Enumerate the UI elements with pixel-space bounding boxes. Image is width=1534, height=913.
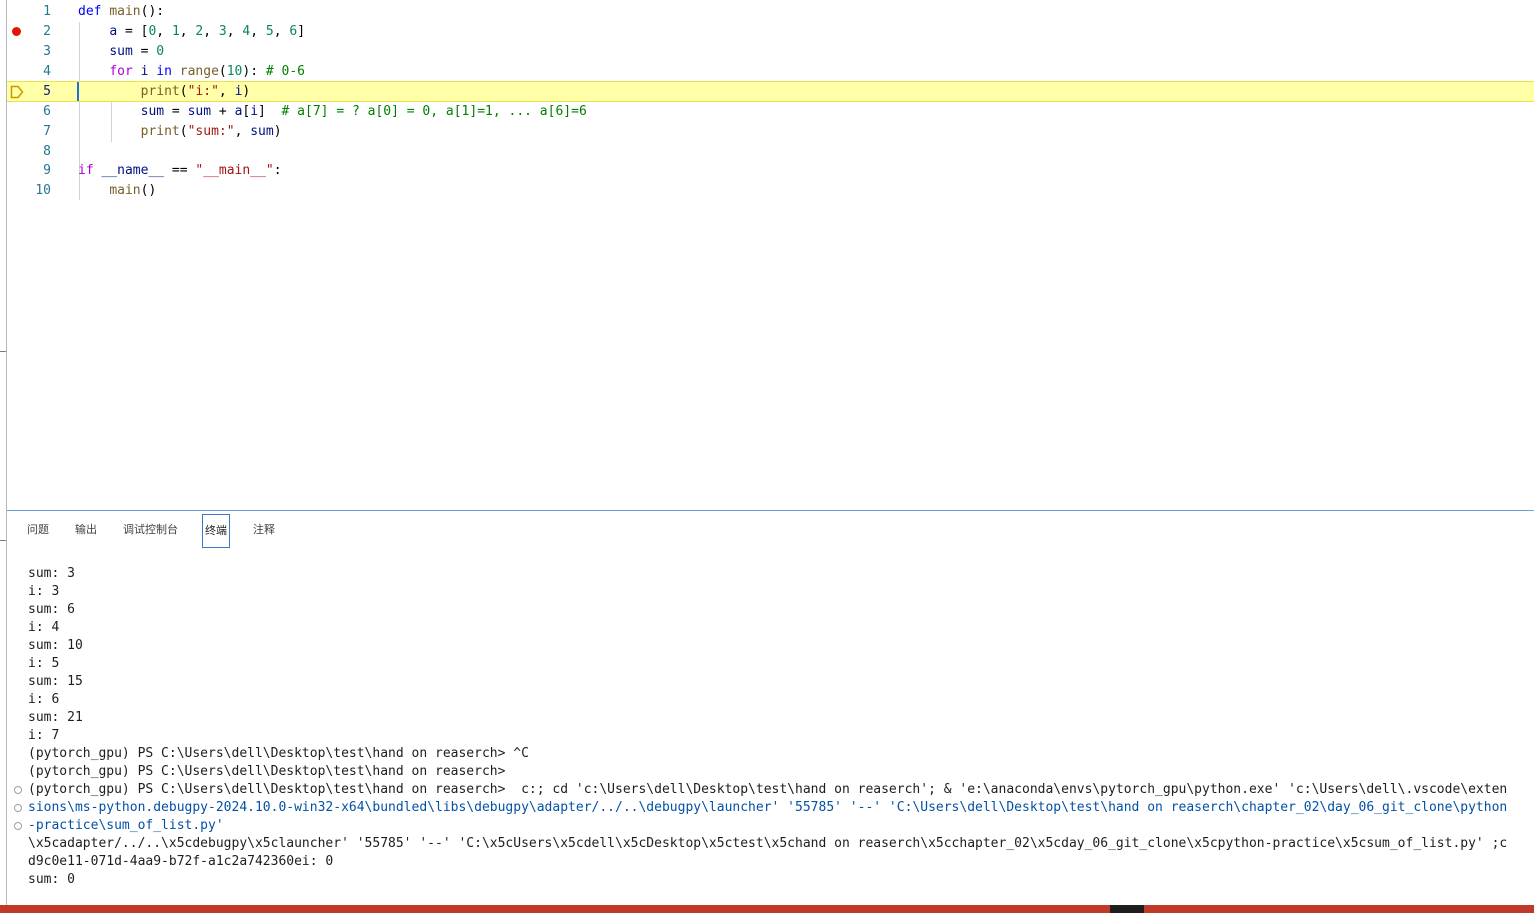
breakpoint-gutter[interactable] (7, 142, 27, 162)
code-line[interactable]: 10 main() (7, 181, 1534, 201)
sash-marker (0, 351, 6, 352)
code-text[interactable]: sum = 0 (78, 43, 164, 61)
status-bar-item[interactable] (1110, 905, 1144, 913)
tab-terminal[interactable]: 终端 (202, 514, 230, 548)
line-number: 1 (43, 4, 51, 19)
code-line[interactable]: 1 def main(): (7, 2, 1534, 22)
line-number: 10 (35, 183, 51, 198)
command-decoration-icon[interactable] (14, 804, 22, 812)
code-text[interactable]: a = [0, 1, 2, 3, 4, 5, 6] (78, 23, 305, 41)
breakpoint-gutter[interactable] (7, 102, 27, 122)
line-number: 2 (43, 24, 51, 39)
code-text[interactable]: if __name__ == "__main__": (78, 162, 282, 180)
breakpoint-gutter[interactable] (7, 62, 27, 82)
code-line[interactable]: 7 print("sum:", sum) (7, 122, 1534, 142)
terminal-line: i: 5 (28, 656, 60, 671)
breakpoint-gutter[interactable] (7, 181, 27, 201)
terminal-line: sum: 10 (28, 638, 83, 653)
terminal-prompt-line: (pytorch_gpu) PS C:\Users\dell\Desktop\t… (28, 746, 529, 761)
breakpoint-gutter[interactable] (7, 161, 27, 181)
code-line[interactable]: 3 sum = 0 (7, 42, 1534, 62)
code-line[interactable]: 6 sum = sum + a[i] # a[7] = ? a[0] = 0, … (7, 102, 1534, 122)
code-text[interactable]: def main(): (78, 3, 164, 21)
breakpoint-gutter[interactable] (7, 22, 27, 42)
line-number: 3 (43, 44, 51, 59)
terminal-line: \x5cadapter/../..\x5cdebugpy\x5clauncher… (28, 836, 1508, 851)
panel-tabs: 问题 输出 调试控制台 终端 注释 (7, 511, 1534, 548)
code-text[interactable]: for i in range(10): # 0-6 (78, 63, 305, 81)
breakpoint-gutter[interactable] (7, 2, 27, 22)
code-text[interactable]: sum = sum + a[i] # a[7] = ? a[0] = 0, a[… (78, 103, 587, 121)
bottom-panel: 问题 输出 调试控制台 终端 注释 sum: 3 i: 3 sum: 6 i: … (7, 510, 1534, 906)
code-line[interactable]: 4 for i in range(10): # 0-6 (7, 62, 1534, 82)
status-bar (0, 905, 1534, 913)
code-line[interactable]: 2 a = [0, 1, 2, 3, 4, 5, 6] (7, 22, 1534, 42)
line-number: 7 (43, 124, 51, 139)
code-line[interactable]: 8 (7, 142, 1534, 162)
command-decoration-icon[interactable] (14, 786, 22, 794)
terminal-line: sum: 21 (28, 710, 83, 725)
tab-debug-console[interactable]: 调试控制台 (123, 523, 178, 537)
code-text[interactable]: print("sum:", sum) (78, 123, 282, 141)
breakpoint-icon[interactable] (12, 27, 21, 36)
line-number: 4 (43, 64, 51, 79)
breakpoint-gutter[interactable] (7, 42, 27, 62)
terminal-prompt-line: (pytorch_gpu) PS C:\Users\dell\Desktop\t… (28, 764, 506, 779)
debug-pointer-icon (10, 85, 24, 99)
code-editor[interactable]: 1 def main(): 2 a = [0, 1, 2, 3, 4, 5, 6… (7, 0, 1534, 510)
line-number: 9 (43, 163, 51, 178)
terminal-line: sum: 6 (28, 602, 75, 617)
terminal-line: d9c0e11-071d-4aa9-b72f-a1c2a742360ei: 0 (28, 854, 334, 869)
terminal-line: i: 4 (28, 620, 60, 635)
code-line[interactable]: 9 if __name__ == "__main__": (7, 161, 1534, 181)
terminal-line: sum: 15 (28, 674, 83, 689)
breakpoint-gutter[interactable] (7, 122, 27, 142)
tab-terminal-label: 终端 (205, 524, 227, 537)
terminal-command-line: (pytorch_gpu) PS C:\Users\dell\Desktop\t… (28, 782, 1508, 797)
line-number: 6 (43, 104, 51, 119)
sash-marker (0, 540, 6, 541)
line-number: 8 (43, 144, 51, 159)
terminal-line: i: 3 (28, 584, 60, 599)
terminal-line: sum: 0 (28, 872, 75, 887)
current-execution-line[interactable]: 5 print("i:", i) (7, 81, 1534, 102)
terminal-command-line: -practice\sum_of_list.py' (28, 818, 224, 833)
terminal-line: sum: 3 (28, 566, 75, 581)
tab-problems[interactable]: 问题 (27, 523, 49, 537)
code-text[interactable]: print("i:", i) (78, 83, 251, 101)
breakpoint-gutter[interactable] (7, 82, 27, 102)
terminal-command-line: sions\ms-python.debugpy-2024.10.0-win32-… (28, 800, 1508, 815)
command-decoration-icon[interactable] (14, 822, 22, 830)
line-number: 5 (43, 84, 51, 99)
tab-output[interactable]: 输出 (75, 523, 97, 537)
terminal-line: i: 6 (28, 692, 60, 707)
tab-comments[interactable]: 注释 (253, 523, 275, 537)
code-text[interactable]: main() (78, 182, 156, 200)
terminal-line: i: 7 (28, 728, 60, 743)
